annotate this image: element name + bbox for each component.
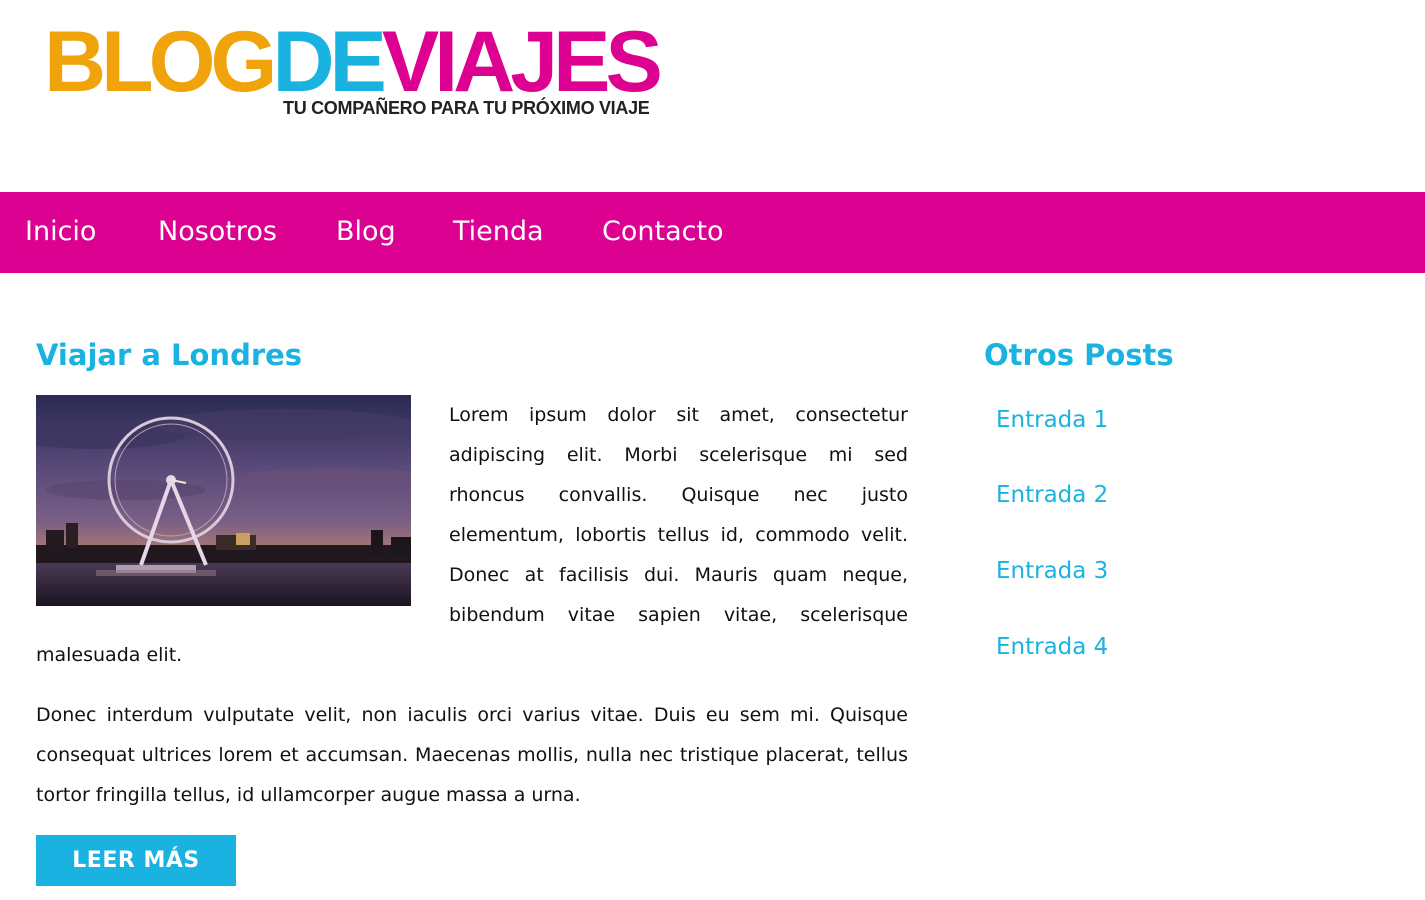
london-eye-photo-icon: [36, 395, 411, 606]
post-title[interactable]: Viajar a Londres: [36, 336, 302, 374]
nav-item-inicio[interactable]: Inicio: [25, 215, 96, 249]
post-image[interactable]: [36, 395, 411, 606]
logo-title: BLOGDEVIAJES: [44, 19, 663, 105]
sidebar-link-entrada-4[interactable]: Entrada 4: [996, 632, 1108, 662]
post-paragraph-1-tail: malesuada elit.: [36, 644, 183, 666]
leer-mas-button[interactable]: LEER MÁS: [36, 835, 236, 886]
sidebar-link-entrada-1[interactable]: Entrada 1: [996, 405, 1108, 435]
nav-item-contacto[interactable]: Contacto: [602, 215, 724, 249]
nav-item-nosotros[interactable]: Nosotros: [158, 215, 277, 249]
site-logo[interactable]: BLOGDEVIAJES TU COMPAÑERO PARA TU PRÓXIM…: [44, 19, 663, 118]
sidebar-title: Otros Posts: [984, 338, 1174, 372]
post-paragraph-1: Lorem ipsum dolor sit amet, consectetur …: [449, 404, 908, 626]
site-header: BLOGDEVIAJES TU COMPAÑERO PARA TU PRÓXIM…: [0, 0, 1425, 192]
logo-word-blog: BLOG: [44, 14, 277, 110]
logo-tagline: TU COMPAÑERO PARA TU PRÓXIMO VIAJE: [283, 98, 650, 118]
nav-item-tienda[interactable]: Tienda: [453, 215, 544, 249]
nav-item-blog[interactable]: Blog: [336, 215, 396, 249]
main-nav: Inicio Nosotros Blog Tienda Contacto: [0, 192, 1425, 273]
sidebar-link-entrada-2[interactable]: Entrada 2: [996, 480, 1108, 510]
post-paragraph-2: Donec interdum vulputate velit, non iacu…: [36, 704, 908, 806]
sidebar-link-entrada-3[interactable]: Entrada 3: [996, 556, 1108, 586]
logo-word-de: DE: [272, 14, 386, 110]
logo-word-viajes: VIAJES: [381, 14, 663, 110]
